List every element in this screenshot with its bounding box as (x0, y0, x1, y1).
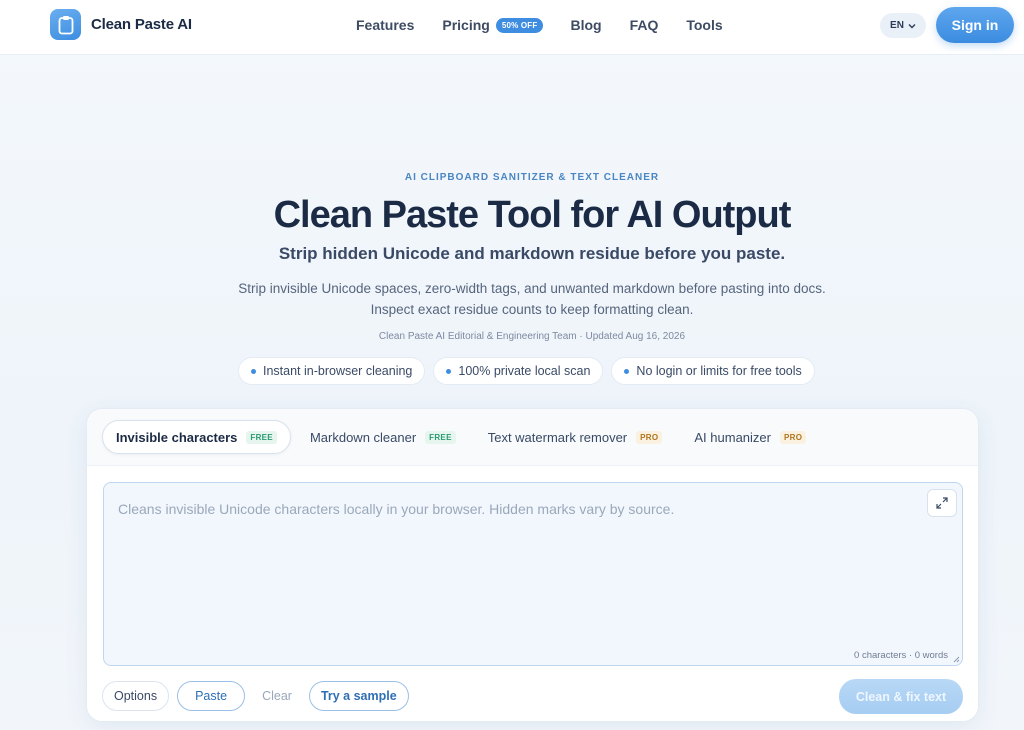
page-title: Clean Paste Tool for AI Output (273, 194, 792, 236)
clear-button[interactable]: Clear (253, 681, 301, 711)
tab-label: AI humanizer (694, 429, 771, 445)
tab-text-watermark-remover[interactable]: Text watermark remover PRO (475, 420, 676, 454)
editor-placeholder: Cleans invisible Unicode characters loca… (118, 501, 675, 517)
paste-button[interactable]: Paste (177, 681, 246, 711)
nav-tools[interactable]: Tools (686, 17, 722, 33)
free-tag: FREE (425, 430, 456, 444)
tool-actions: Options Paste Clear Try a sample (102, 681, 409, 711)
hero-eyebrow: AI CLIPBOARD SANITIZER & TEXT CLEANER (404, 172, 660, 183)
tool-tabs: Invisible characters FREE Markdown clean… (87, 409, 978, 466)
bullet-dot-icon (624, 368, 630, 374)
nav-features[interactable]: Features (356, 17, 414, 33)
pro-tag: PRO (636, 430, 663, 444)
resize-handle-icon[interactable] (953, 656, 960, 663)
hero-subtitle: Strip hidden Unicode and markdown residu… (278, 244, 786, 263)
nav-pricing-label: Pricing (442, 17, 490, 33)
clean-fix-button[interactable]: Clean & fix text (839, 679, 963, 714)
nav-pricing[interactable]: Pricing 50% OFF (442, 17, 544, 33)
tool-card: Invisible characters FREE Markdown clean… (86, 408, 979, 722)
options-button[interactable]: Options (102, 681, 170, 711)
bullet-dot-icon (446, 368, 452, 374)
expand-icon (936, 497, 948, 509)
feature-chips: Instant in-browser cleaning 100% private… (238, 357, 815, 385)
tab-label: Markdown cleaner (309, 429, 417, 445)
feature-chip: No login or limits for free tools (611, 357, 815, 385)
nav-blog[interactable]: Blog (570, 17, 601, 33)
tab-ai-humanizer[interactable]: AI humanizer PRO (681, 420, 819, 454)
text-input-area[interactable]: Cleans invisible Unicode characters loca… (103, 482, 963, 666)
chip-label: No login or limits for free tools (636, 364, 802, 378)
expand-button[interactable] (927, 489, 957, 517)
tab-markdown-cleaner[interactable]: Markdown cleaner FREE (297, 420, 469, 454)
chip-label: Instant in-browser cleaning (263, 364, 413, 378)
language-code: EN (890, 20, 904, 31)
clipboard-icon (50, 9, 81, 40)
discount-badge: 50% OFF (495, 17, 544, 33)
tab-label: Invisible characters (116, 429, 238, 445)
tab-label: Text watermark remover (487, 429, 628, 445)
character-word-counter: 0 characters · 0 words (854, 650, 948, 661)
language-selector[interactable]: EN (880, 13, 926, 38)
logo[interactable]: Clean Paste AI (50, 9, 192, 40)
site-header: Clean Paste AI Features Pricing 50% OFF … (0, 0, 1024, 55)
tab-invisible-characters[interactable]: Invisible characters FREE (102, 420, 291, 454)
chevron-down-icon (908, 23, 916, 28)
byline: Clean Paste AI Editorial & Engineering T… (378, 331, 686, 342)
main-nav: Features Pricing 50% OFF Blog FAQ Tools (356, 17, 723, 33)
nav-faq[interactable]: FAQ (630, 17, 659, 33)
try-sample-button[interactable]: Try a sample (308, 681, 409, 711)
feature-chip: Instant in-browser cleaning (238, 357, 426, 385)
sign-in-button[interactable]: Sign in (936, 7, 1014, 43)
feature-chip: 100% private local scan (433, 357, 604, 385)
bullet-dot-icon (251, 368, 256, 374)
pro-tag: PRO (779, 430, 807, 444)
chip-label: 100% private local scan (458, 364, 591, 378)
hero-description: Strip invisible Unicode spaces, zero-wid… (238, 281, 826, 317)
logo-text: Clean Paste AI (91, 16, 192, 33)
free-tag: FREE (246, 430, 277, 444)
